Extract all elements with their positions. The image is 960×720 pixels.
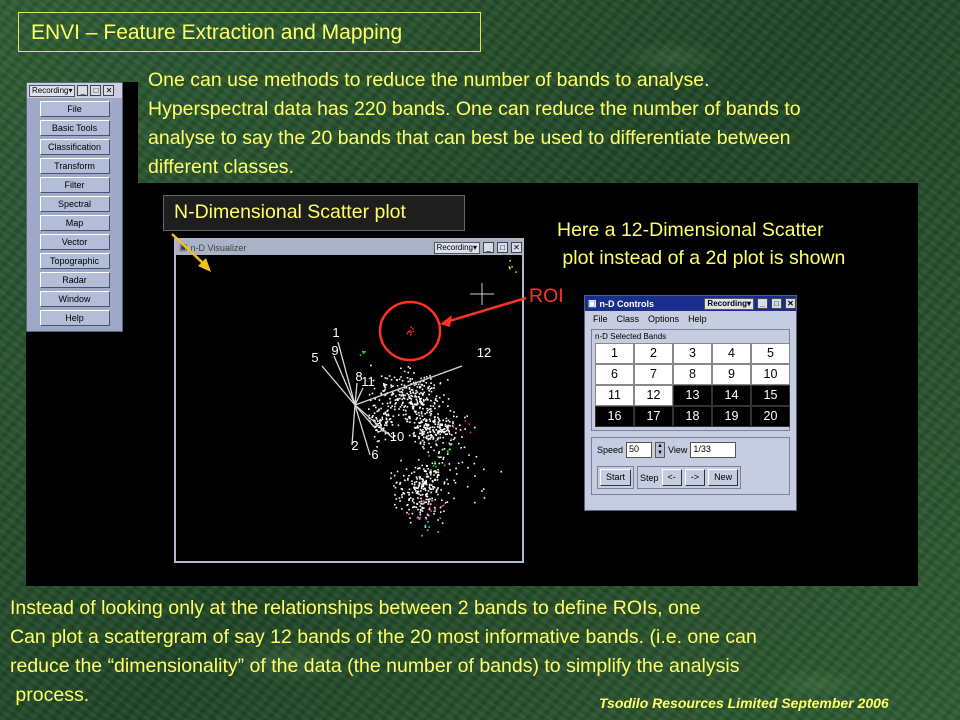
axis-label: 6 (371, 447, 378, 462)
band-cell[interactable]: 7 (634, 364, 673, 385)
ndc-titlebar: ▣ n-D Controls Recording▾ _ □ ✕ (585, 296, 796, 311)
axis-label: 9 (331, 343, 338, 358)
step-back-button[interactable]: <- (661, 469, 682, 486)
band-grid: 1 2 3 4 5 6 7 8 9 10 11 12 13 14 15 16 17 18 19 20 (595, 343, 790, 427)
recording-button[interactable]: Recording▾ (704, 297, 754, 310)
band-cell[interactable]: 10 (751, 364, 790, 385)
minimize-icon[interactable]: _ (757, 298, 768, 309)
ndc-title: n-D Controls (599, 298, 655, 309)
start-button[interactable]: Start (600, 469, 632, 486)
footer-credit: Tsodilo Resources Limited September 2006 (599, 695, 889, 711)
band-cell[interactable]: 15 (751, 385, 790, 406)
band-cell[interactable]: 20 (751, 406, 790, 427)
projection-axis (333, 355, 356, 406)
band-cell[interactable]: 19 (712, 406, 751, 427)
projection-axes: 1958113102612 (311, 325, 491, 462)
outro-line: Can plot a scattergram of say 12 bands o… (10, 626, 757, 648)
view-input[interactable]: 1/33 (690, 442, 737, 458)
scatter-points (359, 260, 517, 537)
band-cell[interactable]: 9 (712, 364, 751, 385)
playback-group: Speed 50 ▲ ▼ View 1/33 Start Step <- -> N… (591, 437, 790, 495)
new-button[interactable]: New (708, 469, 739, 486)
start-group: Start (597, 466, 635, 489)
band-cell[interactable]: 2 (634, 343, 673, 364)
nd-controls-window: ▣ n-D Controls Recording▾ _ □ ✕ File Cla… (584, 295, 797, 511)
axis-label: 5 (311, 350, 318, 365)
band-cell[interactable]: 13 (673, 385, 712, 406)
outro-text: Instead of looking only at the relations… (10, 594, 950, 710)
menu-help[interactable]: Help (688, 314, 707, 324)
axis-label: 12 (477, 345, 491, 360)
band-cell[interactable]: 5 (751, 343, 790, 364)
step-group: Step <- -> New (637, 466, 742, 489)
axis-label: 1 (332, 325, 339, 340)
close-icon[interactable]: ✕ (785, 298, 796, 309)
selected-bands-label: n-D Selected Bands (595, 332, 667, 341)
maximize-icon[interactable]: □ (771, 298, 782, 309)
band-cell[interactable]: 17 (634, 406, 673, 427)
speed-spinner-icon[interactable]: ▲ ▼ (655, 442, 666, 458)
band-cell[interactable]: 11 (595, 385, 634, 406)
band-cell[interactable]: 3 (673, 343, 712, 364)
band-cell[interactable]: 18 (673, 406, 712, 427)
band-cell[interactable]: 1 (595, 343, 634, 364)
band-cell[interactable]: 8 (673, 364, 712, 385)
label-arrow (171, 233, 207, 267)
roi-arrow-head (440, 315, 452, 327)
speed-label: Speed (597, 445, 624, 455)
band-cell[interactable]: 16 (595, 406, 634, 427)
band-cell[interactable]: 6 (595, 364, 634, 385)
outro-line: Instead of looking only at the relations… (10, 597, 701, 619)
step-forward-button[interactable]: -> (684, 469, 706, 486)
ndc-menubar: File Class Options Help (585, 311, 796, 327)
controls-row: Start Step <- -> New (597, 466, 786, 489)
band-cell[interactable]: 14 (712, 385, 751, 406)
menu-file[interactable]: File (593, 314, 608, 324)
selected-bands-group: n-D Selected Bands 1 2 3 4 5 6 7 8 9 10 11 12 13 14 15… (591, 329, 790, 431)
speed-row: Speed 50 ▲ ▼ View 1/33 (597, 442, 786, 458)
band-cell[interactable]: 12 (634, 385, 673, 406)
speed-input[interactable]: 50 (626, 442, 653, 458)
menu-class[interactable]: Class (617, 314, 640, 324)
outro-line: reduce the “dimensionality” of the data … (10, 655, 740, 677)
window-icon: ▣ (588, 298, 597, 308)
axis-label: 11 (361, 374, 375, 389)
view-label: View (668, 445, 688, 455)
menu-options[interactable]: Options (648, 314, 679, 324)
axis-label: 2 (351, 438, 358, 453)
roi-arrow (445, 296, 527, 324)
axis-label: 10 (390, 429, 404, 444)
band-cell[interactable]: 4 (712, 343, 751, 364)
step-label: Step (640, 472, 659, 483)
